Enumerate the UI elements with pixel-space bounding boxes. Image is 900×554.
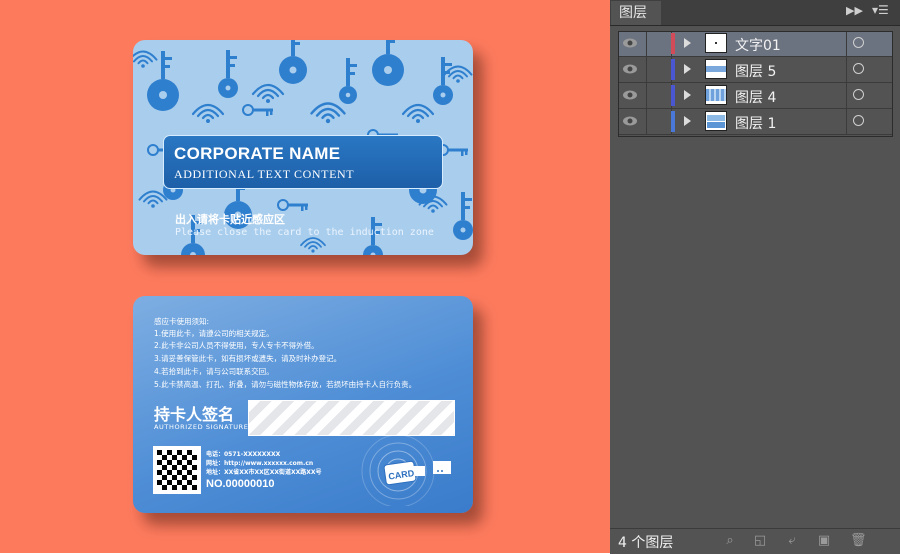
layer-thumbnail <box>705 33 727 53</box>
instruction-cn: 出入请将卡贴近感应区 <box>175 213 285 226</box>
instruction-en: Please close the card to the induction z… <box>175 227 434 238</box>
layer-row[interactable]: 文字01 <box>618 31 893 57</box>
expand-triangle-icon[interactable] <box>684 90 691 100</box>
signature-sub: AUTHORIZED SIGNATURE <box>154 423 249 431</box>
company-name: CORPORATE NAME <box>174 144 341 163</box>
layer-name[interactable]: 图层 1 <box>735 113 776 133</box>
card-reader-icon: CARD <box>361 436 451 506</box>
layer-thumbnail <box>705 59 727 79</box>
create-new-layer-icon[interactable]: ▣ <box>817 534 831 548</box>
layer-thumbnail <box>705 111 727 131</box>
notice-line: 1.使用此卡，请遵公司的相关规定。 <box>154 329 274 338</box>
notice-line: 5.此卡禁高温、打孔、折叠，请勿与磁性物体存放，若损坏由持卡人自行负责。 <box>154 380 417 389</box>
front-card: CORPORATE NAME ADDITIONAL TEXT CONTENT 出… <box>133 40 473 255</box>
card-number: NO.00000010 <box>206 478 275 490</box>
panel-header: 图层 ▶▶ ▾☰ <box>610 0 900 26</box>
expand-triangle-icon[interactable] <box>684 116 691 126</box>
visibility-eye-icon[interactable] <box>622 63 638 75</box>
layer-thumbnail <box>705 85 727 105</box>
layer-name[interactable]: 文字01 <box>735 35 781 55</box>
layer-list: 文字01 图层 5 图层 4 图层 1 <box>618 31 893 135</box>
target-circle-icon[interactable] <box>853 37 864 48</box>
layer-count: 4 个图层 <box>618 535 674 551</box>
layer-color-bar <box>671 85 675 106</box>
qr-code-graphic <box>157 450 197 490</box>
contact-website: 网址：http://www.xxxxxx.com.cn <box>206 460 314 467</box>
lock-toggle[interactable] <box>646 83 672 108</box>
contact-phone: 电话：0571-XXXXXXXX <box>206 451 281 458</box>
additional-text: ADDITIONAL TEXT CONTENT <box>174 167 355 181</box>
layer-color-bar <box>671 111 675 132</box>
signature-box <box>248 400 455 436</box>
collapse-panel-icon[interactable]: ▶▶ <box>846 4 863 17</box>
notice-line: 4.若拾到此卡，请与公司联系交回。 <box>154 367 274 376</box>
artboard-canvas[interactable]: CORPORATE NAME ADDITIONAL TEXT CONTENT 出… <box>0 0 610 553</box>
visibility-eye-icon[interactable] <box>622 37 638 49</box>
create-sublayer-icon[interactable]: ⤶ <box>785 534 799 548</box>
panel-menu-icon[interactable]: ▾☰ <box>872 3 889 17</box>
panel-footer: 4 个图层 ⌕ ◱ ⤶ ▣ 🗑 <box>610 528 900 554</box>
expand-triangle-icon[interactable] <box>684 64 691 74</box>
tab-layers[interactable]: 图层 <box>611 1 661 25</box>
layer-name[interactable]: 图层 5 <box>735 61 776 81</box>
layer-row[interactable]: 图层 4 <box>618 83 893 109</box>
layer-row[interactable]: 图层 5 <box>618 57 893 83</box>
target-circle-icon[interactable] <box>853 89 864 100</box>
notice-line: 3.请妥善保管此卡，如有损坏或遗失，请及时补办登记。 <box>154 354 342 363</box>
layer-color-bar <box>671 59 675 80</box>
signature-label: 持卡人签名 <box>154 405 235 424</box>
expand-triangle-icon[interactable] <box>684 38 691 48</box>
make-clipping-mask-icon[interactable]: ◱ <box>753 534 767 548</box>
notice-title: 感应卡使用须知: <box>154 317 210 326</box>
lock-toggle[interactable] <box>646 31 672 56</box>
target-circle-icon[interactable] <box>853 63 864 74</box>
lock-toggle[interactable] <box>646 109 672 134</box>
notice-line: 2.此卡非公司人员不得使用，专人专卡不得外借。 <box>154 341 319 350</box>
locate-object-icon[interactable]: ⌕ <box>723 534 737 548</box>
layer-color-bar <box>671 33 675 54</box>
lock-toggle[interactable] <box>646 57 672 82</box>
delete-layer-icon[interactable]: 🗑 <box>850 534 867 548</box>
layer-name[interactable]: 图层 4 <box>735 87 776 107</box>
layers-panel: 图层 ▶▶ ▾☰ 文字01 图层 5 图层 4 图层 1 4 个图层 ⌕ ◱ ⤶ ▣ … <box>610 0 900 554</box>
layer-row[interactable]: 图层 1 <box>618 109 893 135</box>
back-card: 感应卡使用须知: 1.使用此卡，请遵公司的相关规定。 2.此卡非公司人员不得使用… <box>133 296 473 513</box>
target-circle-icon[interactable] <box>853 115 864 126</box>
visibility-eye-icon[interactable] <box>622 115 638 127</box>
company-name-panel: CORPORATE NAME ADDITIONAL TEXT CONTENT <box>163 135 443 189</box>
qr-code <box>153 446 201 494</box>
contact-address: 地址：XX省XX市XX区XX街道XX路XX号 <box>206 469 322 476</box>
visibility-eye-icon[interactable] <box>622 89 638 101</box>
